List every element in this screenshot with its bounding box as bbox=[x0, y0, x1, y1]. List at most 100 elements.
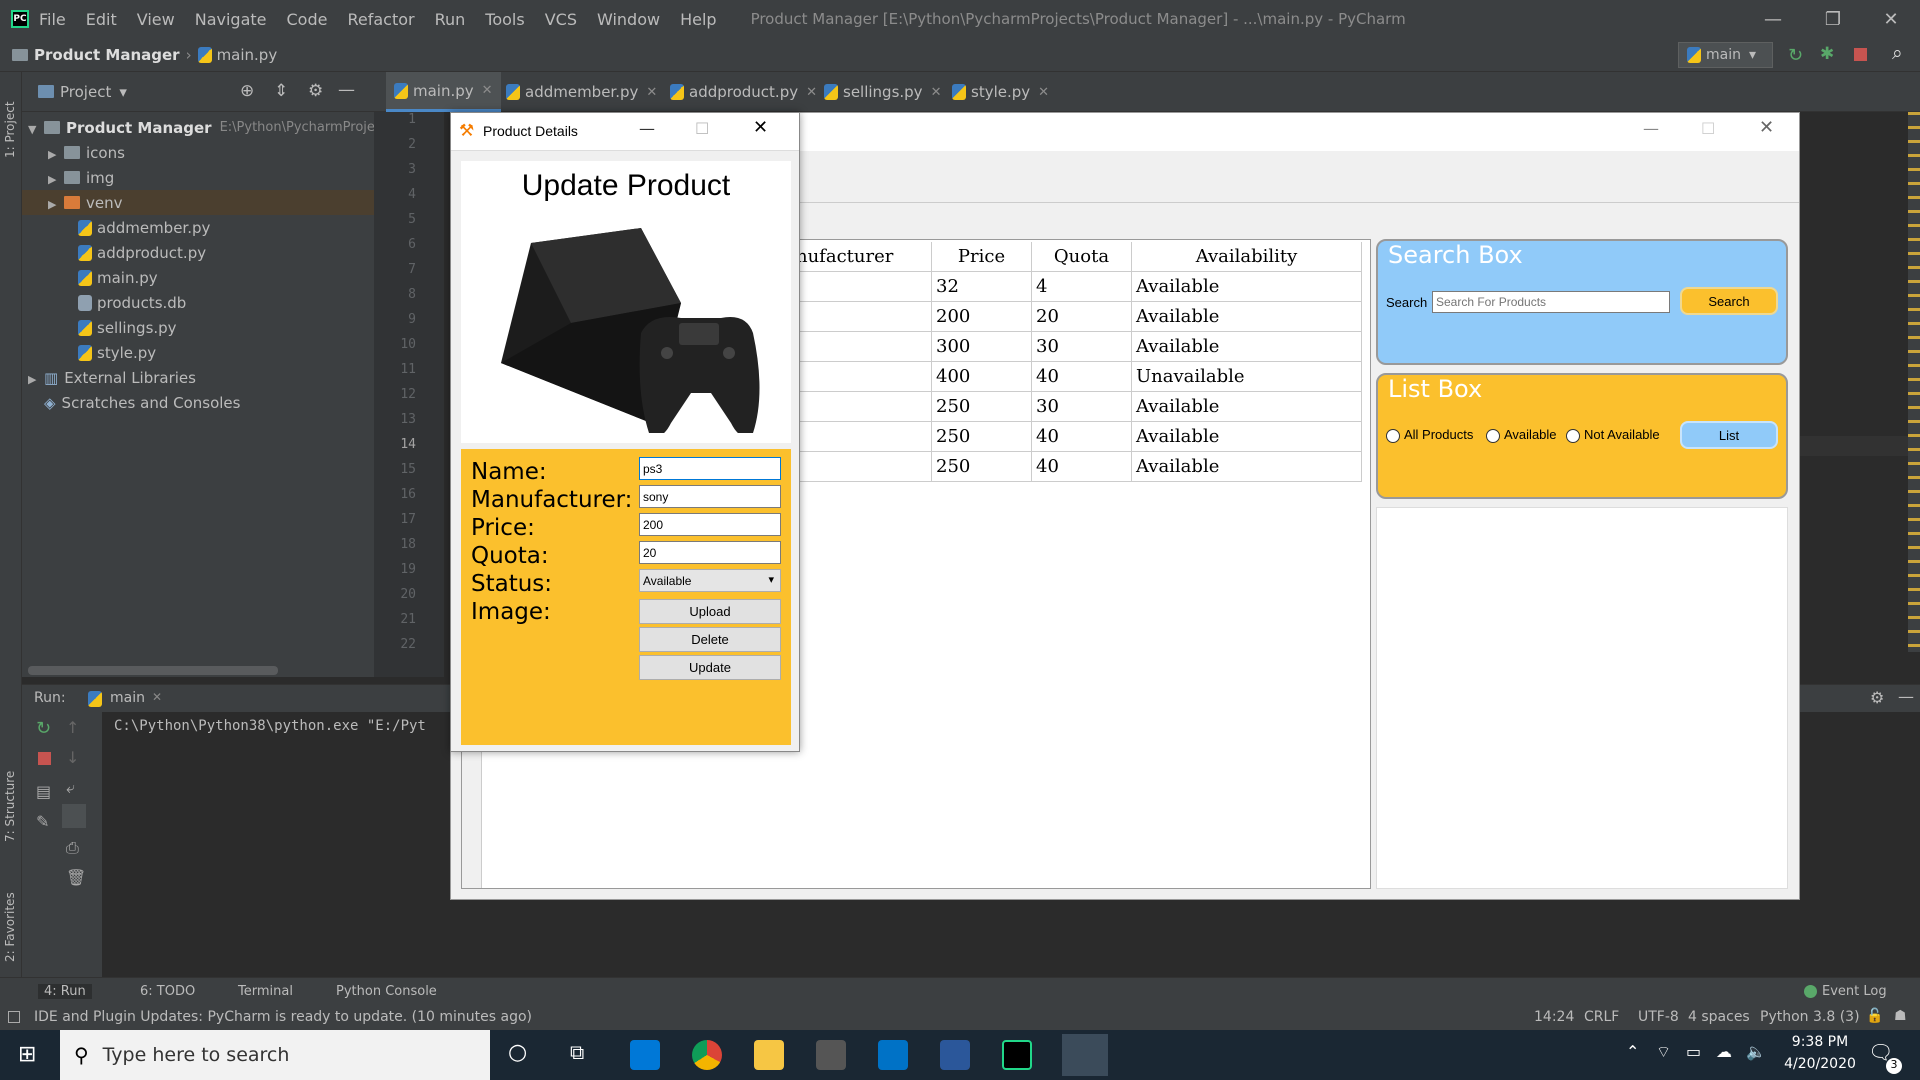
table-cell[interactable]: 400 bbox=[932, 362, 1032, 392]
file-explorer-icon[interactable] bbox=[754, 1040, 784, 1070]
tab-sellings[interactable]: sellings.py ✕ bbox=[816, 72, 949, 112]
menu-help[interactable]: Help bbox=[680, 10, 716, 29]
file-encoding[interactable]: UTF-8 bbox=[1638, 1009, 1679, 1025]
close-tab-icon[interactable]: ✕ bbox=[152, 690, 162, 704]
line-separator[interactable]: CRLF bbox=[1584, 1009, 1619, 1025]
column-header[interactable]: Availability bbox=[1132, 242, 1362, 272]
cortana-icon[interactable]: ○ bbox=[508, 1040, 527, 1065]
soft-wrap-icon[interactable]: ⤶ bbox=[66, 778, 75, 798]
tree-scratches[interactable]: ◈ Scratches and Consoles bbox=[44, 390, 240, 415]
menu-view[interactable]: View bbox=[137, 10, 175, 29]
column-header[interactable]: Price bbox=[932, 242, 1032, 272]
breadcrumb-project[interactable]: Product Manager bbox=[34, 46, 180, 64]
minimize-icon[interactable]: — bbox=[1744, 0, 1802, 38]
trash-icon[interactable]: 🗑 bbox=[66, 868, 86, 887]
python-interpreter[interactable]: Python 3.8 (3) bbox=[1760, 1009, 1860, 1025]
tree-file[interactable]: main.py bbox=[78, 265, 158, 290]
search-button[interactable]: Search bbox=[1680, 287, 1778, 315]
status-message[interactable]: IDE and Plugin Updates: PyCharm is ready… bbox=[34, 1009, 532, 1025]
tree-file[interactable]: products.db bbox=[78, 290, 186, 315]
chevron-down-icon[interactable]: ▾ bbox=[119, 83, 127, 101]
search-input[interactable] bbox=[1432, 291, 1670, 313]
table-cell[interactable]: Available bbox=[1132, 452, 1362, 482]
clock-date[interactable]: 4/20/2020 bbox=[1770, 1056, 1870, 1072]
table-cell[interactable]: 250 bbox=[932, 422, 1032, 452]
layout-icon[interactable]: ▤ bbox=[36, 782, 51, 801]
pycharm-icon[interactable] bbox=[1002, 1040, 1032, 1070]
chrome-icon[interactable] bbox=[692, 1040, 722, 1070]
close-tab-icon[interactable]: ✕ bbox=[931, 85, 942, 100]
run-config-select[interactable]: main ▾ bbox=[1678, 42, 1773, 68]
print-icon[interactable]: ⎙ bbox=[66, 838, 79, 858]
table-cell[interactable]: Available bbox=[1132, 392, 1362, 422]
tree-folder-icons[interactable]: ▶ icons bbox=[48, 140, 125, 165]
tab-addmember[interactable]: addmember.py ✕ bbox=[498, 72, 665, 112]
windows-start-icon[interactable]: ⊞ bbox=[18, 1042, 36, 1067]
maximize-icon[interactable]: ☐ bbox=[695, 119, 709, 138]
table-cell[interactable]: 40 bbox=[1032, 362, 1132, 392]
minimize-icon[interactable]: — bbox=[639, 119, 655, 138]
delete-button[interactable]: Delete bbox=[639, 627, 781, 652]
table-cell[interactable] bbox=[796, 272, 932, 302]
close-tab-icon[interactable]: ✕ bbox=[482, 83, 493, 98]
tree-file[interactable]: sellings.py bbox=[78, 315, 177, 340]
table-cell[interactable] bbox=[796, 332, 932, 362]
tool-tab-run[interactable]: 4: Run bbox=[38, 984, 92, 999]
upload-button[interactable]: Upload bbox=[639, 599, 781, 624]
table-cell[interactable]: 300 bbox=[932, 332, 1032, 362]
stripe-structure-tab[interactable]: 7: Structure bbox=[3, 752, 17, 842]
tree-external-libraries[interactable]: ▶ ▥ External Libraries bbox=[28, 365, 196, 390]
tool-tab-terminal[interactable]: Terminal bbox=[238, 984, 293, 999]
column-header[interactable]: nufacturer bbox=[796, 242, 932, 272]
gear-icon[interactable]: ⚙ bbox=[308, 81, 323, 101]
search-icon[interactable]: ⌕ bbox=[1892, 42, 1903, 64]
edge-icon[interactable] bbox=[630, 1040, 660, 1070]
mail-icon[interactable] bbox=[878, 1040, 908, 1070]
tree-file[interactable]: addproduct.py bbox=[78, 240, 206, 265]
menu-vcs[interactable]: VCS bbox=[545, 10, 577, 29]
tab-addproduct[interactable]: addproduct.py ✕ bbox=[662, 72, 825, 112]
column-header[interactable]: Quota bbox=[1032, 242, 1132, 272]
table-cell[interactable]: Available bbox=[1132, 272, 1362, 302]
stripe-project-tab[interactable]: 1: Project bbox=[3, 78, 17, 158]
table-cell[interactable]: Unavailable bbox=[1132, 362, 1362, 392]
restore-icon[interactable]: ❐ bbox=[1804, 0, 1862, 38]
close-icon[interactable]: ✕ bbox=[1862, 0, 1920, 38]
scroll-to-end-icon[interactable] bbox=[62, 804, 86, 828]
table-cell[interactable]: Available bbox=[1132, 422, 1362, 452]
tool-tab-todo[interactable]: 6: TODO bbox=[140, 984, 195, 999]
caret-position[interactable]: 14:24 bbox=[1534, 1009, 1574, 1025]
tree-root[interactable]: ▼ Product Manager E:\Python\PycharmProje… bbox=[28, 115, 387, 140]
minimize-icon[interactable]: — bbox=[1643, 119, 1659, 138]
close-icon[interactable]: ✕ bbox=[753, 117, 768, 138]
list-button[interactable]: List bbox=[1680, 421, 1778, 449]
table-cell[interactable]: Available bbox=[1132, 332, 1362, 362]
table-cell[interactable]: Available bbox=[1132, 302, 1362, 332]
indent-setting[interactable]: 4 spaces bbox=[1688, 1009, 1750, 1025]
menu-code[interactable]: Code bbox=[287, 10, 328, 29]
rerun-icon[interactable]: ↻ bbox=[36, 718, 51, 739]
python-app-icon[interactable] bbox=[1062, 1034, 1108, 1076]
menu-edit[interactable]: Edit bbox=[86, 10, 117, 29]
up-arrow-icon[interactable]: ↑ bbox=[66, 718, 79, 737]
locate-icon[interactable]: ⊕ bbox=[240, 81, 254, 101]
menu-run[interactable]: Run bbox=[435, 10, 466, 29]
hide-panel-icon[interactable]: — bbox=[338, 80, 355, 100]
tab-main[interactable]: main.py ✕ bbox=[386, 72, 501, 112]
hide-panel-icon[interactable]: — bbox=[1898, 687, 1914, 706]
tree-file[interactable]: style.py bbox=[78, 340, 156, 365]
radio-all-products[interactable]: All Products bbox=[1386, 427, 1473, 443]
table-cell[interactable] bbox=[796, 422, 932, 452]
store-icon[interactable] bbox=[816, 1040, 846, 1070]
stripe-favorites-tab[interactable]: 2: Favorites bbox=[3, 872, 17, 962]
table-cell[interactable] bbox=[796, 452, 932, 482]
name-input[interactable]: ps3 bbox=[639, 457, 781, 480]
manufacturer-input[interactable]: sony bbox=[639, 485, 781, 508]
gear-icon[interactable]: ⚙ bbox=[1870, 688, 1884, 707]
show-hidden-icons-icon[interactable]: ⌃ bbox=[1626, 1042, 1639, 1061]
table-cell[interactable] bbox=[796, 362, 932, 392]
battery-icon[interactable]: ▭ bbox=[1686, 1042, 1701, 1061]
tree-file[interactable]: addmember.py bbox=[78, 215, 210, 240]
price-input[interactable]: 200 bbox=[639, 513, 781, 536]
event-log-tab[interactable]: Event Log bbox=[1822, 984, 1887, 999]
